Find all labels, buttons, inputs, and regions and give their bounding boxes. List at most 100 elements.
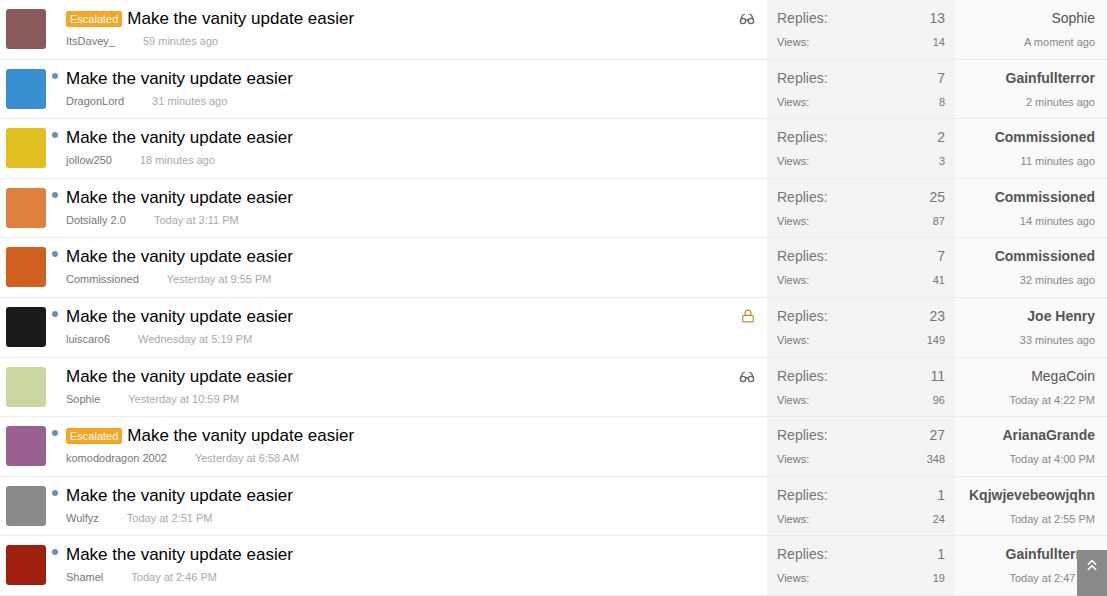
thread-main: Make the vanity update easier Sophie Yeste… xyxy=(60,358,767,417)
avatar[interactable] xyxy=(6,545,46,585)
thread-title[interactable]: Make the vanity update easier xyxy=(66,485,293,507)
thread-author[interactable]: Dotsially 2.0 xyxy=(66,212,126,228)
thread-row[interactable]: Make the vanity update easierjollow25018… xyxy=(0,119,1107,179)
thread-row[interactable]: EscalatedMake the vanity update easierIt… xyxy=(0,0,1107,60)
replies-count: 11 xyxy=(930,366,945,386)
last-poster[interactable]: ArianaGrande xyxy=(955,425,1095,445)
thread-row[interactable]: EscalatedMake the vanity update easierko… xyxy=(0,417,1107,477)
thread-row[interactable]: Make the vanity update easier Sophie Yeste… xyxy=(0,358,1107,418)
thread-stats: Replies:27Views:348 xyxy=(767,417,955,476)
views-count: 19 xyxy=(933,570,945,586)
thread-started: Yesterday at 10:59 PM xyxy=(128,391,239,407)
replies-count: 1 xyxy=(937,485,945,505)
replies-label: Replies: xyxy=(777,544,828,564)
last-post: ArianaGrande Today at 4:00 PM xyxy=(955,417,1107,476)
avatar[interactable] xyxy=(6,128,46,168)
avatar-cell xyxy=(0,60,60,119)
views-label: Views: xyxy=(777,34,809,50)
thread-author[interactable]: Commissioned xyxy=(66,271,139,287)
replies-label: Replies: xyxy=(777,425,828,445)
avatar[interactable] xyxy=(6,69,46,109)
last-post-time[interactable]: 32 minutes ago xyxy=(955,272,1095,288)
last-post-time[interactable]: 2 minutes ago xyxy=(955,94,1095,110)
last-post-time[interactable]: Today at 2:55 PM xyxy=(955,511,1095,527)
replies-count: 27 xyxy=(929,425,945,445)
thread-main: Make the vanity update easierDragonLord3… xyxy=(60,60,767,119)
thread-author[interactable]: komododragon 2002 xyxy=(66,450,167,466)
avatar[interactable] xyxy=(6,307,46,347)
thread-author[interactable]: Wulfyz xyxy=(66,510,99,526)
last-poster[interactable]: Commissioned xyxy=(955,187,1095,207)
last-post: Kqjwjevebeowjqhn Today at 2:55 PM xyxy=(955,477,1107,536)
thread-row[interactable]: Make the vanity update easier Commissione… xyxy=(0,238,1107,298)
avatar[interactable] xyxy=(6,9,46,49)
last-poster[interactable]: Joe Henry xyxy=(955,306,1095,326)
avatar[interactable] xyxy=(6,486,46,526)
thread-title[interactable]: Make the vanity update easier xyxy=(127,8,354,30)
replies-label: Replies: xyxy=(777,127,828,147)
replies-label: Replies: xyxy=(777,366,828,386)
thread-title[interactable]: Make the vanity update easier xyxy=(127,425,354,447)
avatar-cell xyxy=(0,0,60,59)
thread-author[interactable]: Sophie xyxy=(66,391,100,407)
unread-dot xyxy=(52,430,58,436)
replies-label: Replies: xyxy=(777,68,828,88)
last-poster[interactable]: Commissioned xyxy=(955,246,1095,266)
thread-title[interactable]: Make the vanity update easier xyxy=(66,127,293,149)
last-post-time[interactable]: Today at 2:47 PM xyxy=(955,570,1095,586)
thread-author[interactable]: ItsDavey_ xyxy=(66,33,115,49)
avatar[interactable] xyxy=(6,247,46,287)
last-post: Joe Henry 33 minutes ago xyxy=(955,298,1107,357)
last-poster[interactable]: MegaCoin xyxy=(955,366,1095,386)
thread-author[interactable]: jollow250 xyxy=(66,152,112,168)
last-post-time[interactable]: Today at 4:00 PM xyxy=(955,451,1095,467)
thread-title[interactable]: Make the vanity update easier xyxy=(66,306,293,328)
unread-dot xyxy=(52,251,58,257)
thread-row[interactable]: Make the vanity update easier Dotsially 2… xyxy=(0,179,1107,239)
views-count: 3 xyxy=(939,153,945,169)
views-label: Views: xyxy=(777,511,809,527)
replies-count: 7 xyxy=(937,246,945,266)
replies-label: Replies: xyxy=(777,187,828,207)
unread-dot xyxy=(52,192,58,198)
avatar[interactable] xyxy=(6,188,46,228)
avatar-cell xyxy=(0,536,60,595)
avatar-cell xyxy=(0,358,60,417)
thread-title[interactable]: Make the vanity update easier xyxy=(66,544,293,566)
last-poster[interactable]: Commissioned xyxy=(955,127,1095,147)
replies-label: Replies: xyxy=(777,246,828,266)
scroll-top-button[interactable] xyxy=(1077,550,1107,596)
views-count: 87 xyxy=(933,213,945,229)
last-post-time[interactable]: 33 minutes ago xyxy=(955,332,1095,348)
last-post-time[interactable]: 14 minutes ago xyxy=(955,213,1095,229)
last-poster[interactable]: Gainfullterror xyxy=(955,68,1095,88)
thread-stats: Replies:1Views:24 xyxy=(767,477,955,536)
views-label: Views: xyxy=(777,272,809,288)
thread-title[interactable]: Make the vanity update easier xyxy=(66,366,293,388)
thread-author[interactable]: luiscaro6 xyxy=(66,331,110,347)
last-post: Commissioned 14 minutes ago xyxy=(955,179,1107,238)
thread-row[interactable]: Make the vanity update easier Shamel Today… xyxy=(0,536,1107,596)
last-post-time[interactable]: Today at 4:22 PM xyxy=(955,392,1095,408)
avatar-cell xyxy=(0,298,60,357)
thread-author[interactable]: Shamel xyxy=(66,569,103,585)
replies-label: Replies: xyxy=(777,8,828,28)
avatar[interactable] xyxy=(6,426,46,466)
thread-row[interactable]: Make the vanity update easier Wulfyz Today… xyxy=(0,477,1107,537)
thread-title[interactable]: Make the vanity update easier xyxy=(66,246,293,268)
thread-author[interactable]: DragonLord xyxy=(66,93,124,109)
last-poster[interactable]: Gainfullterror xyxy=(955,544,1095,564)
last-post-time[interactable]: A moment ago xyxy=(955,34,1095,50)
thread-title[interactable]: Make the vanity update easier xyxy=(66,187,293,209)
last-post: Gainfullterror 2 minutes ago xyxy=(955,60,1107,119)
thread-title[interactable]: Make the vanity update easier xyxy=(66,68,293,90)
thread-main: Make the vanity update easier Commissione… xyxy=(60,238,767,297)
last-poster[interactable]: Kqjwjevebeowjqhn xyxy=(955,485,1095,505)
avatar-cell xyxy=(0,417,60,476)
avatar[interactable] xyxy=(6,367,46,407)
thread-started: Yesterday at 9:55 PM xyxy=(167,271,272,287)
thread-row[interactable]: Make the vanity update easierDragonLord3… xyxy=(0,60,1107,120)
last-post-time[interactable]: 11 minutes ago xyxy=(955,153,1095,169)
thread-row[interactable]: Make the vanity update easierluiscaro6We… xyxy=(0,298,1107,358)
last-poster[interactable]: Sophie xyxy=(955,8,1095,28)
